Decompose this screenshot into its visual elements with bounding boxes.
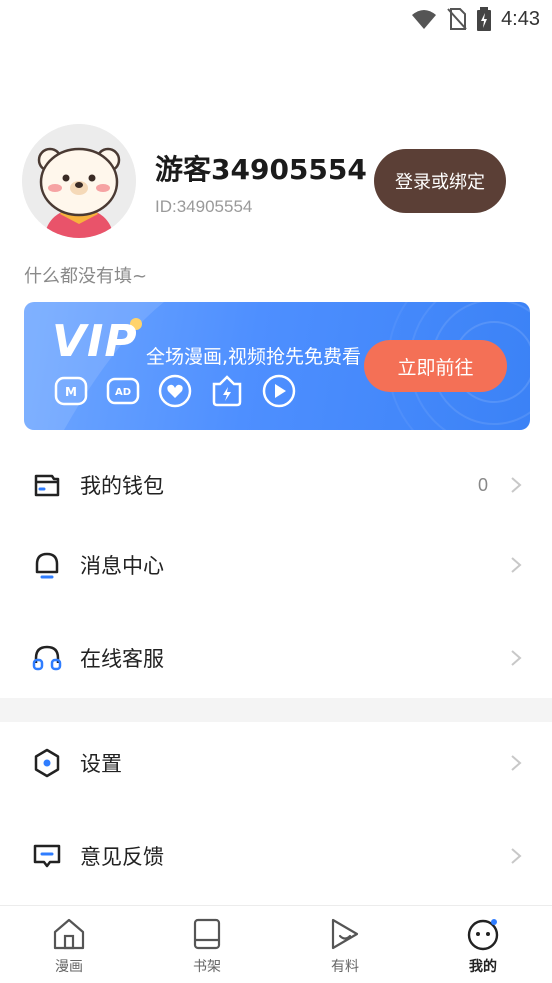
- nav-tab-youliao[interactable]: 有料: [276, 906, 414, 983]
- chevron-right-icon: [511, 477, 522, 493]
- bear-avatar-icon: [22, 124, 136, 238]
- bell-icon: [35, 552, 59, 579]
- heart-icon: [158, 374, 192, 408]
- nav-label-manga: 漫画: [55, 959, 83, 975]
- vip-benefit-icons: M AD: [54, 374, 296, 408]
- menu-label-settings: 设置: [80, 752, 122, 776]
- nav-label-bookshelf: 书架: [193, 959, 221, 975]
- nav-tab-mine[interactable]: 我的: [414, 906, 552, 983]
- wifi-icon: [412, 10, 437, 29]
- nav-tab-manga[interactable]: 漫画: [0, 906, 138, 983]
- menu-item-customer-service[interactable]: 在线客服: [0, 618, 552, 698]
- vip-slogan: 全场漫画,视频抢先免费看: [146, 346, 362, 368]
- wallet-icon: [34, 474, 60, 497]
- face-icon: [467, 919, 499, 951]
- avatar[interactable]: [22, 124, 136, 238]
- menu-item-wallet[interactable]: 我的钱包 0: [0, 445, 552, 525]
- home-icon: [53, 918, 85, 950]
- status-bar: 4:43: [0, 0, 552, 40]
- vip-banner[interactable]: VIP 全场漫画,视频抢先免费看 M AD 立即前往: [24, 302, 530, 430]
- feedback-icon: [33, 844, 61, 868]
- profile-header: 游客34905554 ID:34905554 登录或绑定: [22, 124, 532, 238]
- menu-item-settings[interactable]: 设置: [0, 723, 552, 803]
- battery-charging-icon: [477, 7, 492, 31]
- wallet-balance: 0: [477, 474, 488, 495]
- svg-text:AD: AD: [115, 387, 131, 398]
- nav-label-mine: 我的: [469, 959, 497, 975]
- bottom-nav: 漫画 书架 有料 我的: [0, 905, 552, 983]
- ad-free-icon: AD: [106, 377, 140, 405]
- user-bio: 什么都没有填~: [24, 266, 148, 287]
- user-id: ID:34905554: [155, 197, 253, 216]
- menu-item-feedback[interactable]: 意见反馈: [0, 816, 552, 896]
- menu-label-messages: 消息中心: [80, 554, 164, 578]
- vip-title: VIP: [52, 316, 138, 367]
- nav-tab-bookshelf[interactable]: 书架: [138, 906, 276, 983]
- menu-label-feedback: 意见反馈: [80, 845, 164, 869]
- bookshelf-icon: [193, 918, 221, 950]
- menu-label-customer-service: 在线客服: [80, 647, 164, 671]
- menu-item-messages[interactable]: 消息中心: [0, 525, 552, 605]
- username: 游客34905554: [155, 153, 367, 186]
- svg-text:M: M: [65, 385, 77, 399]
- headset-icon: [32, 645, 62, 671]
- no-sim-icon: [447, 8, 467, 30]
- status-time: 4:43: [501, 7, 540, 30]
- section-divider: [0, 698, 552, 722]
- chevron-right-icon: [511, 755, 522, 771]
- settings-hexagon-icon: [34, 748, 60, 778]
- menu-label-wallet: 我的钱包: [80, 474, 164, 498]
- chevron-right-icon: [511, 557, 522, 573]
- vip-go-button[interactable]: 立即前往: [364, 340, 507, 392]
- login-bind-button[interactable]: 登录或绑定: [374, 149, 506, 213]
- chevron-right-icon: [511, 650, 522, 666]
- nav-label-youliao: 有料: [331, 959, 359, 975]
- manga-icon: M: [54, 376, 88, 406]
- play-icon: [262, 374, 296, 408]
- badge-icon: [212, 375, 242, 407]
- chevron-right-icon: [511, 848, 522, 864]
- play-bubble-icon: [331, 918, 359, 950]
